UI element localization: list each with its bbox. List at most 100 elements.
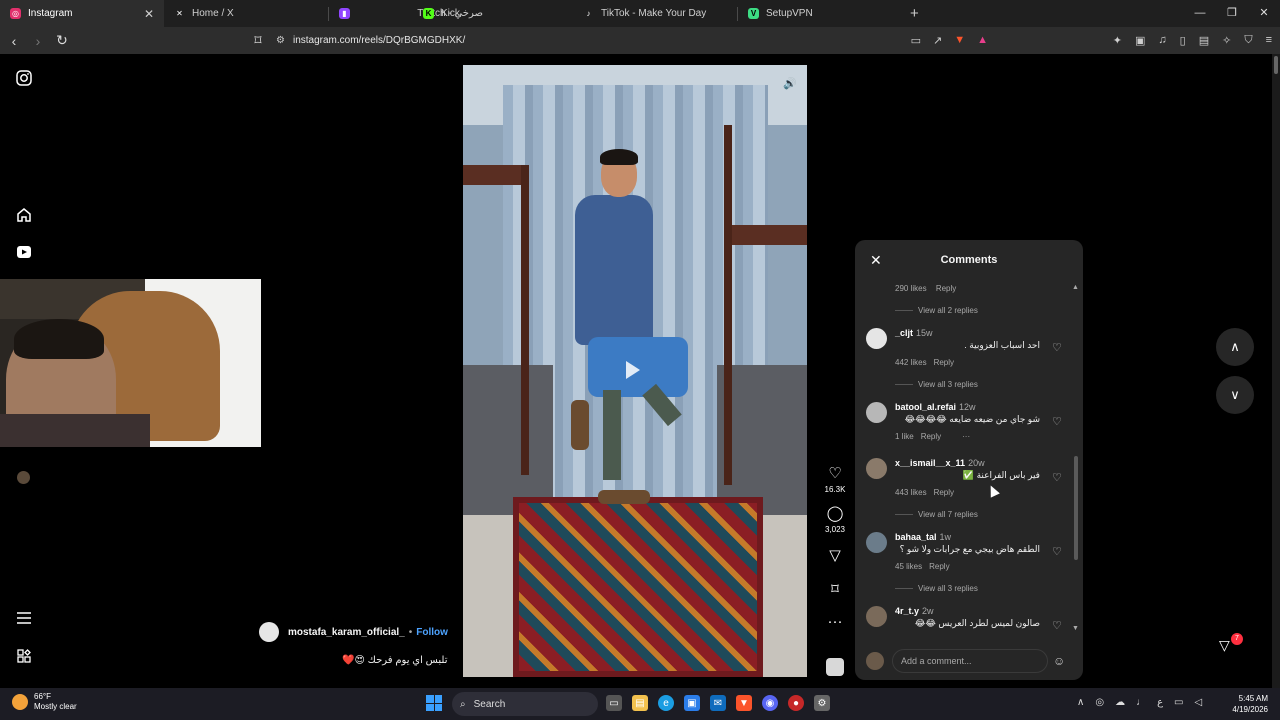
start-button[interactable]	[426, 695, 442, 711]
author-avatar[interactable]	[259, 622, 279, 642]
tab-kick[interactable]: K Kick	[413, 0, 563, 27]
reply-button[interactable]: Reply	[921, 432, 941, 441]
reply-button[interactable]: Reply	[934, 488, 954, 497]
tab-x[interactable]: ✕ Home / X	[164, 0, 328, 27]
comment-avatar[interactable]	[866, 606, 887, 627]
view-replies-label[interactable]: View all 2 replies	[918, 306, 978, 315]
recorder-icon[interactable]: ●	[788, 695, 804, 711]
tab-setupvpn[interactable]: V SetupVPN	[738, 0, 902, 27]
weather-widget[interactable]: 66°F Mostly clear	[12, 692, 77, 712]
comment-like-icon[interactable]: ♡	[1052, 341, 1062, 354]
comment-username[interactable]: x__ismail__x_11 20w	[895, 458, 985, 468]
like-action[interactable]: ♡ 16.3K	[825, 466, 846, 495]
comment-more-icon[interactable]: ···	[962, 432, 970, 441]
emoji-icon[interactable]: ☺	[1053, 654, 1065, 668]
tab-tiktok[interactable]: ♪ TikTok - Make Your Day	[573, 0, 737, 27]
screenshot-icon[interactable]: ▣	[1135, 34, 1145, 47]
onedrive-icon[interactable]: ☁	[1115, 697, 1125, 708]
save-action[interactable]: ⌑	[831, 582, 839, 598]
reply-button[interactable]: Reply	[936, 284, 956, 293]
comment-username[interactable]: _cljt 15w	[895, 328, 933, 338]
minimize-icon[interactable]: —	[1184, 0, 1216, 27]
previous-reel-button[interactable]: ∧	[1216, 328, 1254, 366]
more-action[interactable]: ···	[828, 614, 843, 630]
also-from-meta-icon[interactable]	[15, 647, 33, 665]
reel-video[interactable]: 🔊	[463, 65, 807, 677]
settings-icon[interactable]: ⚙	[814, 695, 830, 711]
share-icon[interactable]: ↗	[933, 34, 942, 47]
url-text[interactable]: instagram.com/reels/DQrBGMGDHXK/	[293, 35, 465, 46]
follow-button[interactable]: Follow	[416, 627, 448, 638]
view-replies[interactable]: View all 7 replies	[895, 510, 978, 519]
new-tab-button[interactable]: +	[910, 5, 919, 22]
microphone-icon[interactable]: ♩	[1136, 697, 1146, 708]
taskbar-clock[interactable]: 5:45 AM 4/19/2026	[1232, 693, 1268, 715]
reply-button[interactable]: Reply	[934, 358, 954, 367]
play-icon[interactable]	[626, 361, 640, 379]
taskbar-search[interactable]: ⌕ Search	[452, 692, 598, 716]
reels-icon[interactable]	[15, 243, 33, 261]
username-text[interactable]: batool_al.refai	[895, 402, 956, 412]
view-replies-label[interactable]: View all 3 replies	[918, 584, 978, 593]
menu-icon[interactable]: ≡	[1266, 34, 1272, 47]
direct-messages-icon[interactable]: ▽ 7	[1219, 633, 1243, 661]
more-menu-icon[interactable]	[15, 609, 33, 627]
tray-app-icon[interactable]: ◎	[1095, 697, 1104, 708]
comment-avatar[interactable]	[866, 458, 887, 479]
brave-rewards-icon[interactable]: ▲	[977, 34, 988, 47]
forward-icon[interactable]: ›	[28, 33, 48, 49]
comment-avatar[interactable]	[866, 328, 887, 349]
view-replies-label[interactable]: View all 3 replies	[918, 380, 978, 389]
comment-like-icon[interactable]: ♡	[1052, 545, 1062, 558]
cast-icon[interactable]: ▭	[911, 34, 921, 47]
close-tab-icon[interactable]: ✕	[144, 7, 154, 21]
comment-username[interactable]: 4r_t.y 2w	[895, 606, 934, 616]
page-scrollbar[interactable]	[1272, 54, 1280, 688]
more-options-icon[interactable]: ···	[828, 614, 843, 630]
send-icon[interactable]: ▽	[829, 548, 841, 564]
close-icon[interactable]: ✕	[870, 252, 882, 269]
brave-icon[interactable]: ▼	[736, 695, 752, 711]
reply-button[interactable]: Reply	[929, 562, 949, 571]
share-action[interactable]: ▽	[829, 548, 841, 564]
scroll-up-icon[interactable]: ▲	[1072, 284, 1079, 291]
profile-avatar[interactable]	[17, 471, 30, 484]
view-replies[interactable]: View all 3 replies	[895, 380, 978, 389]
comments-list[interactable]: 290 likes Reply View all 2 replies _cljt…	[855, 280, 1083, 634]
restore-icon[interactable]: ❐	[1216, 0, 1248, 27]
outlook-icon[interactable]: ✉	[710, 695, 726, 711]
reload-icon[interactable]: ↻	[52, 32, 72, 49]
extensions-icon[interactable]: ✦	[1113, 34, 1122, 47]
view-replies[interactable]: View all 3 replies	[895, 584, 978, 593]
username-text[interactable]: bahaa_tal	[895, 532, 937, 542]
vpn-shield-icon[interactable]: ⛉	[1244, 34, 1252, 47]
comments-scrollbar[interactable]: ▲ ▼	[1072, 280, 1079, 634]
omnibox[interactable]: ⚙ instagram.com/reels/DQrBGMGDHXK/ ▭ ↗ ▼…	[246, 30, 996, 51]
task-view-icon[interactable]: ▭	[606, 695, 622, 711]
tab-instagram[interactable]: ◎ Instagram ✕	[0, 0, 164, 27]
media-icon[interactable]: ♫	[1158, 34, 1166, 47]
language-icon[interactable]: ع	[1157, 697, 1163, 708]
comment-avatar[interactable]	[866, 402, 887, 423]
comment-input[interactable]	[892, 649, 1048, 673]
username-text[interactable]: _cljt	[895, 328, 913, 338]
volume-tray-icon[interactable]: ◁	[1194, 697, 1202, 708]
comment-action[interactable]: ◯ 3,023	[825, 506, 845, 535]
author-username[interactable]: mostafa_karam_official_	[288, 627, 405, 638]
comment-username[interactable]: bahaa_tal 1w	[895, 532, 951, 542]
comment-like-icon[interactable]: ♡	[1052, 415, 1062, 428]
edge-icon[interactable]: e	[658, 695, 674, 711]
network-icon[interactable]: ▭	[1174, 697, 1183, 708]
brave-shield-icon[interactable]: ▼	[954, 34, 965, 47]
comment-username[interactable]: batool_al.refai 12w	[895, 402, 976, 412]
close-window-icon[interactable]: ✕	[1248, 0, 1280, 27]
file-explorer-icon[interactable]: ▤	[632, 695, 648, 711]
audio-thumbnail[interactable]	[826, 658, 844, 676]
store-icon[interactable]: ▣	[684, 695, 700, 711]
bookmark-icon[interactable]: ⌑	[831, 582, 839, 598]
volume-icon[interactable]: 🔊	[783, 77, 797, 90]
sidebar-icon[interactable]: ▯	[1180, 34, 1186, 47]
view-replies-label[interactable]: View all 7 replies	[918, 510, 978, 519]
instagram-logo-icon[interactable]	[15, 69, 33, 87]
scrollbar-thumb[interactable]	[1274, 56, 1278, 74]
